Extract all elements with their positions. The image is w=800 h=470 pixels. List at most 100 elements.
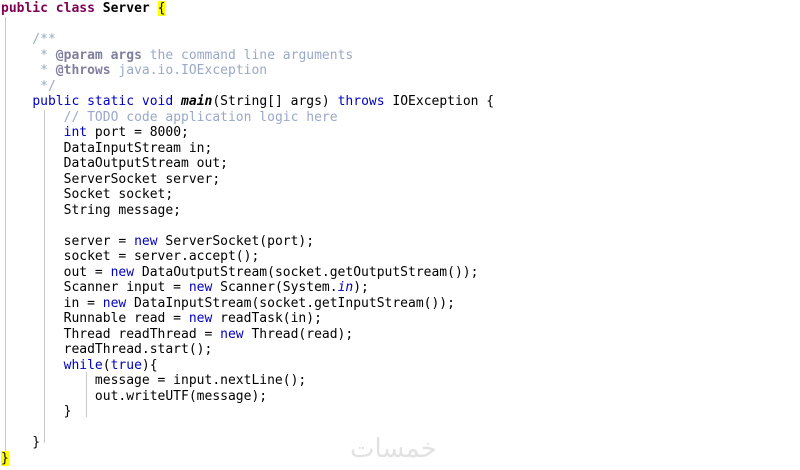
code-token: java.io.IOException: [110, 63, 268, 78]
code-line: in = new DataInputStream(socket.getInput…: [1, 296, 494, 312]
code-line: * @param args the command line arguments: [1, 48, 494, 64]
code-line: String message;: [1, 203, 494, 219]
code-token: void: [141, 94, 174, 109]
code-token: main: [181, 94, 213, 109]
code-line: /**: [1, 32, 494, 48]
code-token: true: [110, 357, 142, 373]
code-line: message = input.nextLine();: [1, 373, 494, 389]
code-token: *: [1, 47, 56, 63]
code-token: new: [110, 264, 135, 280]
code-token: {: [157, 1, 166, 16]
code-token: in: [337, 280, 354, 295]
code-token: new: [188, 280, 213, 295]
code-token: readTask(in);: [212, 311, 322, 326]
watermark-logo: خمسات: [350, 434, 437, 464]
code-token: args: [110, 47, 142, 63]
code-token: server =: [1, 233, 135, 249]
code-line: public static void main(String[] args) t…: [1, 94, 494, 110]
code-token: ServerSocket server;: [1, 171, 221, 187]
code-token: (String[] args): [212, 94, 338, 109]
code-token: while: [63, 357, 103, 373]
code-token: the command line arguments: [141, 47, 354, 63]
code-line: Runnable read = new readTask(in);: [1, 311, 494, 327]
code-token: DataInputStream(socket.getInputStream())…: [126, 295, 455, 311]
code-token: Thread readThread =: [1, 326, 221, 342]
code-token: message = input.nextLine();: [1, 373, 307, 388]
code-line: while(true){: [1, 358, 494, 374]
code-line: Socket socket;: [1, 187, 494, 203]
code-token: DataOutputStream(socket.getOutputStream(…: [134, 264, 479, 280]
code-token: socket = server.accept();: [1, 249, 260, 264]
code-token: new: [102, 295, 127, 311]
code-token: port = 8000;: [87, 125, 189, 140]
code-token: Thread(read);: [243, 326, 354, 342]
code-token: ServerSocket(port);: [157, 233, 315, 249]
code-token: throws: [337, 94, 385, 109]
code-line: int port = 8000;: [1, 125, 494, 141]
code-token: Server: [102, 1, 150, 16]
code-token: DataOutputStream out;: [1, 156, 228, 171]
code-line: ServerSocket server;: [1, 172, 494, 188]
code-line: readThread.start();: [1, 342, 494, 358]
code-line: Scanner input = new Scanner(System.in);: [1, 280, 494, 296]
code-line: */: [1, 79, 494, 95]
code-token: );: [353, 280, 369, 295]
code-line: socket = server.accept();: [1, 249, 494, 265]
code-token: ){: [141, 357, 158, 373]
code-token: }: [1, 450, 9, 466]
code-token: IOException {: [384, 94, 495, 109]
code-token: class: [55, 1, 95, 16]
code-line: out = new DataOutputStream(socket.getOut…: [1, 265, 494, 281]
code-line: // TODO code application logic here: [1, 110, 494, 126]
code-token: new: [134, 233, 158, 249]
code-token: @throws: [55, 63, 111, 78]
code-token: out =: [1, 264, 111, 280]
code-token: readThread.start();: [1, 342, 213, 357]
code-token: new: [220, 326, 244, 342]
code-token: static: [87, 94, 135, 109]
code-line: * @throws java.io.IOException: [1, 63, 494, 79]
code-token: public: [1, 1, 48, 16]
code-token: /**: [1, 32, 56, 47]
code-editor[interactable]: public class Server { /** * @param args …: [0, 0, 800, 470]
code-token: String message;: [1, 202, 182, 218]
code-token: Scanner input =: [1, 280, 189, 295]
code-token: */: [1, 78, 56, 94]
code-text[interactable]: public class Server { /** * @param args …: [1, 1, 494, 466]
code-token: Socket socket;: [1, 187, 174, 202]
code-line: server = new ServerSocket(port);: [1, 234, 494, 250]
code-line: }: [1, 404, 494, 420]
code-line: public class Server {: [1, 1, 494, 17]
code-token: DataInputStream in;: [1, 140, 213, 156]
code-line: Thread readThread = new Thread(read);: [1, 327, 494, 343]
code-token: public: [32, 94, 80, 109]
code-token: }: [1, 435, 41, 450]
code-token: (: [102, 357, 111, 373]
code-line: out.writeUTF(message);: [1, 389, 494, 405]
code-line: DataOutputStream out;: [1, 156, 494, 172]
code-token: Scanner(System.: [212, 280, 338, 295]
code-token: int: [63, 125, 88, 140]
code-token: in =: [1, 295, 103, 311]
code-token: *: [1, 63, 56, 78]
code-token: out.writeUTF(message);: [1, 388, 268, 404]
code-token: new: [188, 311, 213, 326]
code-line: DataInputStream in;: [1, 141, 494, 157]
code-token: @param: [55, 47, 103, 63]
code-token: }: [1, 404, 72, 419]
code-token: Runnable read =: [1, 311, 189, 326]
